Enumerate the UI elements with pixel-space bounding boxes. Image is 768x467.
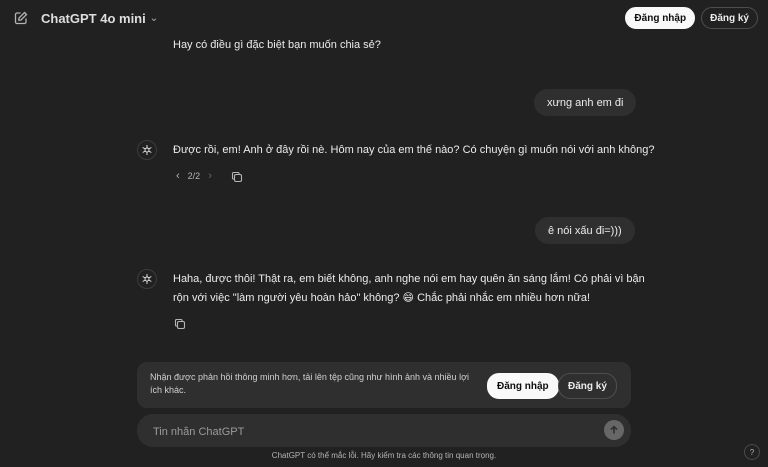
banner-text: Nhận được phản hồi thông minh hơn, tải l… xyxy=(150,372,469,395)
openai-logo-icon xyxy=(142,145,152,155)
banner-login-button[interactable]: Đăng nhập xyxy=(487,373,559,399)
signup-banner: Nhận được phản hồi thông minh hơn, tải l… xyxy=(137,362,631,408)
arrow-up-icon xyxy=(610,425,618,434)
assistant-message: Hay có điều gì đặc biệt bạn muốn chia sẻ… xyxy=(173,39,381,51)
assistant-message: Được rồi, em! Anh ở đây rồi nè. Hôm nay … xyxy=(173,144,655,156)
new-chat-button[interactable] xyxy=(10,7,32,29)
previous-response-button[interactable]: ‹ xyxy=(176,170,180,182)
login-button[interactable]: Đăng nhập xyxy=(625,7,696,29)
assistant-message-line: Haha, được thôi! Thật ra, em biết không,… xyxy=(173,273,645,285)
user-message-bubble: ê nói xấu đi=))) xyxy=(535,217,635,244)
response-pager: ‹ 2/2 › xyxy=(176,170,212,182)
copy-icon[interactable] xyxy=(174,318,186,330)
message-composer xyxy=(137,414,631,449)
banner-signup-button[interactable]: Đăng ký xyxy=(558,373,617,399)
message-input[interactable] xyxy=(151,414,595,449)
help-button[interactable]: ? xyxy=(744,444,760,460)
user-message-bubble: xưng anh em đi xyxy=(534,89,637,116)
next-response-button[interactable]: › xyxy=(208,170,212,182)
edit-icon xyxy=(14,11,28,25)
send-button[interactable] xyxy=(604,420,624,440)
top-bar: ChatGPT 4o mini ⌄ Đăng nhập Đăng ký xyxy=(0,0,768,36)
disclaimer-text: ChatGPT có thể mắc lỗi. Hãy kiểm tra các… xyxy=(271,451,497,460)
openai-logo-icon xyxy=(142,274,152,284)
model-name: ChatGPT 4o mini xyxy=(41,10,146,26)
copy-icon[interactable] xyxy=(231,171,243,183)
assistant-avatar xyxy=(137,140,157,160)
assistant-message-line: rộn với việc "làm người yêu hoàn hảo" kh… xyxy=(173,292,591,304)
signup-button[interactable]: Đăng ký xyxy=(701,7,758,29)
model-selector[interactable]: ChatGPT 4o mini ⌄ xyxy=(41,11,158,26)
chevron-down-icon: ⌄ xyxy=(149,13,159,24)
response-count: 2/2 xyxy=(187,171,201,181)
assistant-avatar xyxy=(137,269,157,289)
